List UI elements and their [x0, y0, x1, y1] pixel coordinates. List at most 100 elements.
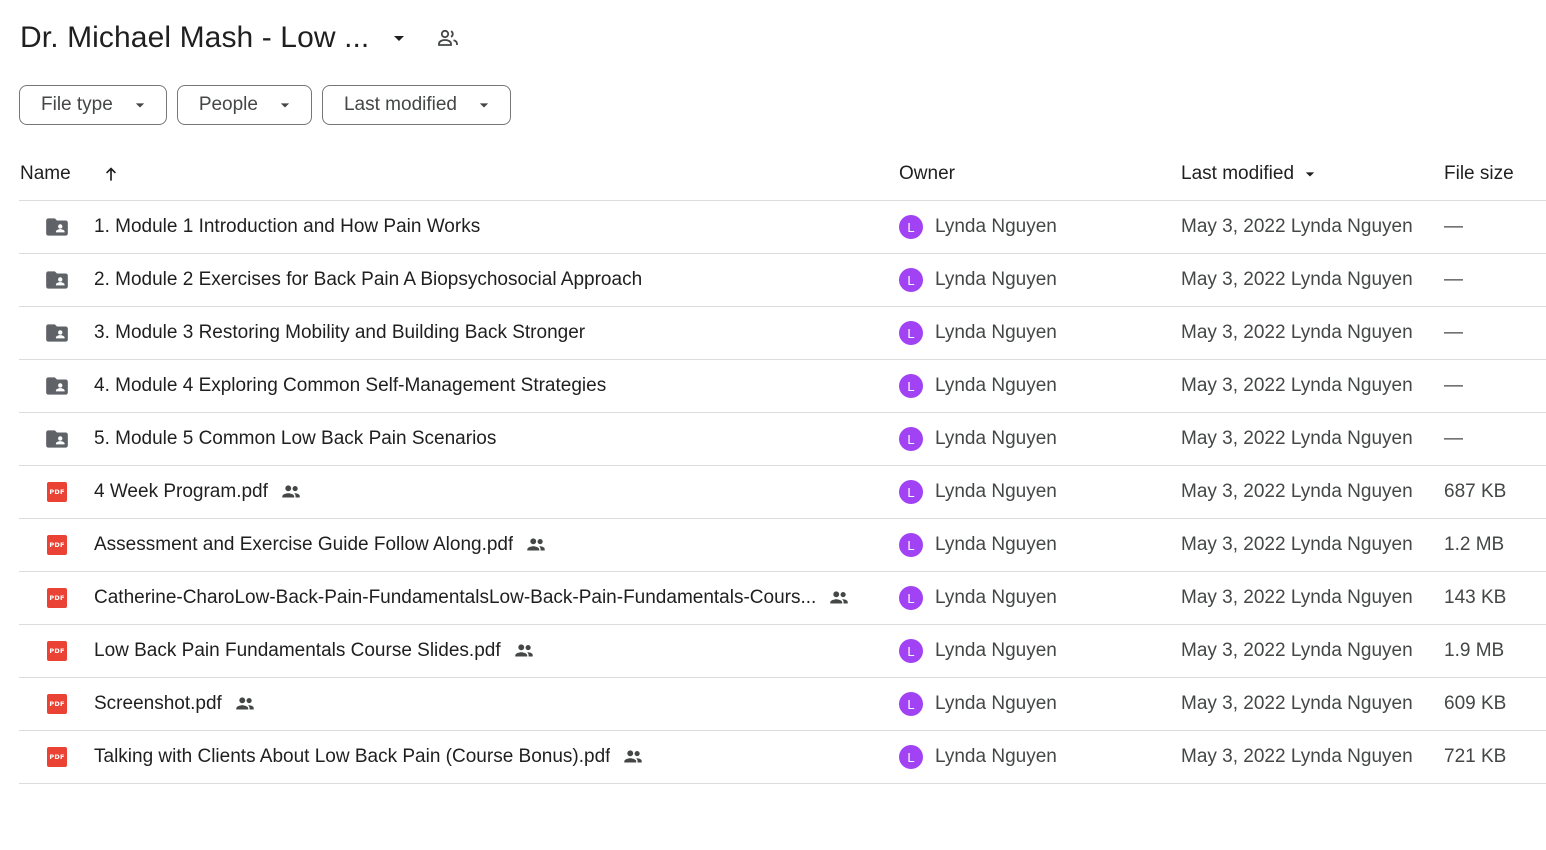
avatar: L	[899, 374, 923, 398]
table-row[interactable]: PDF Assessment and Exercise Guide Follow …	[19, 519, 1546, 572]
file-list: Name Owner Last modified File size 1. Mo…	[19, 148, 1546, 784]
column-label: Last modified	[1181, 163, 1295, 184]
last-modified-cell: May 3, 2022 Lynda Nguyen	[1181, 413, 1413, 465]
avatar: L	[899, 268, 923, 292]
table-row[interactable]: 2. Module 2 Exercises for Back Pain A Bi…	[19, 254, 1546, 307]
owner-cell: L Lynda Nguyen	[899, 625, 1057, 677]
file-name[interactable]: 2. Module 2 Exercises for Back Pain A Bi…	[94, 269, 642, 291]
file-name-cell[interactable]: 1. Module 1 Introduction and How Pain Wo…	[94, 201, 480, 253]
file-name-cell[interactable]: 2. Module 2 Exercises for Back Pain A Bi…	[94, 254, 642, 306]
file-name-cell[interactable]: Screenshot.pdf	[94, 678, 256, 730]
shared-people-icon	[525, 534, 547, 556]
folder-title[interactable]: Dr. Michael Mash - Low ...	[20, 21, 369, 55]
name-column-header[interactable]: Name	[20, 148, 121, 200]
table-row[interactable]: PDF Catherine-CharoLow-Back-Pain-Fundamen…	[19, 572, 1546, 625]
shared-people-icon	[622, 746, 644, 768]
file-size-cell: 609 KB	[1444, 678, 1506, 730]
file-name[interactable]: Low Back Pain Fundamentals Course Slides…	[94, 640, 501, 662]
file-name[interactable]: Screenshot.pdf	[94, 693, 222, 715]
last-modified-text: May 3, 2022 Lynda Nguyen	[1181, 322, 1413, 343]
file-size-cell: —	[1444, 413, 1463, 465]
last-modified-text: May 3, 2022 Lynda Nguyen	[1181, 587, 1413, 608]
file-name[interactable]: 3. Module 3 Restoring Mobility and Build…	[94, 322, 585, 344]
file-name-cell[interactable]: Talking with Clients About Low Back Pain…	[94, 731, 644, 783]
last-modified-cell: May 3, 2022 Lynda Nguyen	[1181, 360, 1413, 412]
file-name-cell[interactable]: Low Back Pain Fundamentals Course Slides…	[94, 625, 535, 677]
file-type-icon-cell: PDF	[43, 572, 71, 624]
last-modified-cell: May 3, 2022 Lynda Nguyen	[1181, 519, 1413, 571]
table-row[interactable]: 3. Module 3 Restoring Mobility and Build…	[19, 307, 1546, 360]
last-modified-cell: May 3, 2022 Lynda Nguyen	[1181, 731, 1413, 783]
arrow-drop-down-icon	[275, 95, 295, 115]
file-name-cell[interactable]: 5. Module 5 Common Low Back Pain Scenari…	[94, 413, 496, 465]
file-type-icon-cell: PDF	[43, 519, 71, 571]
file-size-text: 721 KB	[1444, 746, 1507, 767]
shared-drive-people-icon[interactable]	[435, 25, 461, 51]
file-rows: 1. Module 1 Introduction and How Pain Wo…	[19, 201, 1546, 784]
arrow-drop-down-icon[interactable]	[387, 26, 411, 50]
chip-label: File type	[41, 94, 113, 115]
owner-cell: L Lynda Nguyen	[899, 254, 1057, 306]
column-label: Owner	[899, 163, 955, 184]
sort-ascending-icon[interactable]	[101, 164, 121, 184]
owner-name: Lynda Nguyen	[935, 693, 1057, 714]
pdf-icon: PDF	[47, 641, 67, 661]
last-modified-text: May 3, 2022 Lynda Nguyen	[1181, 640, 1413, 661]
table-row[interactable]: PDF Talking with Clients About Low Back P…	[19, 731, 1546, 784]
page-header: Dr. Michael Mash - Low ...	[20, 16, 461, 60]
shared-people-icon	[513, 640, 535, 662]
file-name[interactable]: 4 Week Program.pdf	[94, 481, 268, 503]
file-size-text: 1.9 MB	[1444, 640, 1505, 661]
shared-folder-icon	[44, 267, 70, 293]
file-size-text: —	[1444, 375, 1463, 396]
owner-cell: L Lynda Nguyen	[899, 519, 1057, 571]
file-size-cell: —	[1444, 254, 1463, 306]
last-modified-text: May 3, 2022 Lynda Nguyen	[1181, 428, 1413, 449]
file-name[interactable]: Talking with Clients About Low Back Pain…	[94, 746, 610, 768]
file-name[interactable]: Assessment and Exercise Guide Follow Alo…	[94, 534, 513, 556]
table-row[interactable]: PDF Screenshot.pdf L Lynda Nguyen May 3, 202…	[19, 678, 1546, 731]
last-modified-text: May 3, 2022 Lynda Nguyen	[1181, 481, 1413, 502]
last-modified-filter[interactable]: Last modified	[321, 85, 511, 125]
file-name-cell[interactable]: 3. Module 3 Restoring Mobility and Build…	[94, 307, 585, 359]
file-name-cell[interactable]: 4. Module 4 Exploring Common Self-Manage…	[94, 360, 606, 412]
people-filter[interactable]: People	[176, 85, 312, 125]
last-modified-cell: May 3, 2022 Lynda Nguyen	[1181, 201, 1413, 253]
owner-cell: L Lynda Nguyen	[899, 731, 1057, 783]
file-size-cell: 143 KB	[1444, 572, 1506, 624]
file-name-cell[interactable]: Catherine-CharoLow-Back-Pain-Fundamental…	[94, 572, 850, 624]
owner-name: Lynda Nguyen	[935, 481, 1057, 502]
owner-name: Lynda Nguyen	[935, 375, 1057, 396]
file-name-cell[interactable]: Assessment and Exercise Guide Follow Alo…	[94, 519, 547, 571]
last-modified-text: May 3, 2022 Lynda Nguyen	[1181, 534, 1413, 555]
arrow-drop-down-icon	[474, 95, 494, 115]
owner-column-header[interactable]: Owner	[899, 148, 955, 200]
arrow-drop-down-icon[interactable]	[1300, 164, 1320, 184]
file-name[interactable]: 4. Module 4 Exploring Common Self-Manage…	[94, 375, 606, 397]
table-row[interactable]: 5. Module 5 Common Low Back Pain Scenari…	[19, 413, 1546, 466]
table-row[interactable]: PDF 4 Week Program.pdf L Lynda Nguyen May 3,…	[19, 466, 1546, 519]
owner-cell: L Lynda Nguyen	[899, 678, 1057, 730]
chip-label: People	[198, 94, 258, 115]
file-type-filter[interactable]: File type	[19, 85, 167, 125]
last-modified-column-header[interactable]: Last modified	[1181, 148, 1320, 200]
shared-folder-icon	[44, 214, 70, 240]
file-size-column-header[interactable]: File size	[1444, 148, 1514, 200]
file-type-icon-cell	[43, 360, 71, 412]
table-row[interactable]: 4. Module 4 Exploring Common Self-Manage…	[19, 360, 1546, 413]
owner-name: Lynda Nguyen	[935, 640, 1057, 661]
pdf-icon: PDF	[47, 588, 67, 608]
file-name[interactable]: Catherine-CharoLow-Back-Pain-Fundamental…	[94, 587, 816, 609]
file-name[interactable]: 5. Module 5 Common Low Back Pain Scenari…	[94, 428, 496, 450]
last-modified-cell: May 3, 2022 Lynda Nguyen	[1181, 466, 1413, 518]
shared-people-icon	[828, 587, 850, 609]
owner-name: Lynda Nguyen	[935, 322, 1057, 343]
file-size-cell: —	[1444, 360, 1463, 412]
file-size-text: 609 KB	[1444, 693, 1507, 714]
owner-name: Lynda Nguyen	[935, 587, 1057, 608]
file-name[interactable]: 1. Module 1 Introduction and How Pain Wo…	[94, 216, 480, 238]
table-row[interactable]: PDF Low Back Pain Fundamentals Course Sli…	[19, 625, 1546, 678]
table-row[interactable]: 1. Module 1 Introduction and How Pain Wo…	[19, 201, 1546, 254]
file-name-cell[interactable]: 4 Week Program.pdf	[94, 466, 302, 518]
table-header: Name Owner Last modified File size	[19, 148, 1546, 201]
